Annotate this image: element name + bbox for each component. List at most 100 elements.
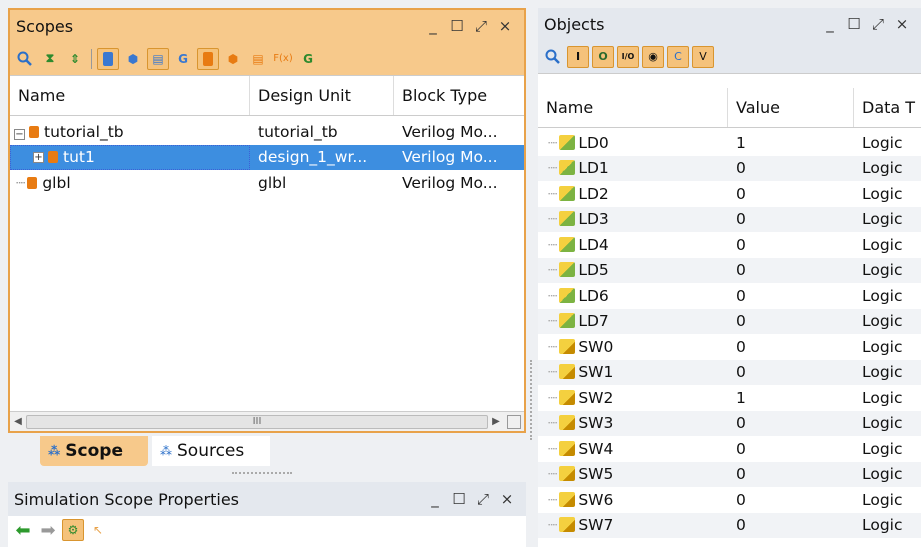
tree-line: ┈	[548, 235, 558, 254]
col-name-header[interactable]: Name	[10, 76, 250, 115]
object-row[interactable]: ┈ LD7 0 Logic	[538, 308, 921, 334]
forward-arrow-icon[interactable]: ➡	[37, 519, 59, 541]
tree-row-tutorial_tb[interactable]: − tutorial_tb tutorial_tb Verilog Mo...	[10, 119, 524, 145]
scroll-thumb[interactable]: III	[26, 414, 488, 429]
variable-filter-icon[interactable]: V	[692, 45, 714, 68]
maximize-button[interactable]: ☐	[450, 17, 464, 35]
package-filter-icon[interactable]: ⬢	[122, 48, 144, 70]
object-row[interactable]: ┈ SW3 0 Logic	[538, 410, 921, 436]
sync-selection-icon[interactable]: ⚙	[62, 519, 84, 541]
object-type: Logic	[862, 159, 903, 178]
object-type: Logic	[862, 312, 903, 331]
close-button[interactable]: ×	[500, 490, 514, 508]
tree-line: ┈	[548, 286, 558, 305]
input-port-icon	[559, 491, 576, 507]
fx-icon[interactable]: F(x)	[272, 48, 294, 70]
minimize-button[interactable]: _	[428, 490, 442, 508]
scopes-titlebar[interactable]: Scopes _ ☐ ⤢ ×	[10, 10, 524, 42]
object-name: SW6	[578, 490, 614, 509]
object-row[interactable]: ┈ LD5 0 Logic	[538, 257, 921, 283]
scroll-right-icon[interactable]: ▶	[488, 416, 504, 427]
maximize-button[interactable]: ☐	[847, 15, 861, 33]
minimize-button[interactable]: _	[426, 17, 440, 35]
object-row[interactable]: ┈ LD4 0 Logic	[538, 232, 921, 258]
object-row[interactable]: ┈ SW1 0 Logic	[538, 359, 921, 385]
collapse-toggle[interactable]: −	[14, 128, 25, 140]
col-value-header[interactable]: Value	[728, 88, 854, 127]
function-filter-icon[interactable]: G	[172, 48, 194, 70]
sources-tab[interactable]: ⁂ Sources	[152, 436, 270, 466]
search-icon[interactable]	[542, 46, 564, 68]
sources-icon: ⁂	[160, 444, 172, 458]
scopes-title: Scopes	[16, 16, 74, 36]
object-name: LD4	[578, 235, 609, 254]
task-filter-icon[interactable]: ▤	[147, 47, 169, 70]
object-row[interactable]: ┈ LD3 0 Logic	[538, 206, 921, 232]
object-value: 0	[736, 312, 746, 331]
minimize-button[interactable]: _	[823, 15, 837, 33]
tree-line: ┈	[548, 414, 558, 433]
col-data-type-header[interactable]: Data T	[854, 88, 921, 127]
instance-icon	[48, 151, 58, 164]
properties-titlebar[interactable]: Simulation Scope Properties _ ☐ ⤢ ×	[8, 482, 526, 516]
scopes-toolbar: ⧗ ⇕ ⬢ ▤ G ⬢ ▤ F(x) G	[10, 42, 524, 76]
module-filter-icon[interactable]	[97, 47, 119, 70]
object-type: Logic	[862, 286, 903, 305]
object-row[interactable]: ┈ SW7 0 Logic	[538, 512, 921, 538]
maximize-button[interactable]: ☐	[452, 490, 466, 508]
scope-tab[interactable]: ⁂ Scope	[40, 436, 148, 466]
tree-row-tut1[interactable]: + tut1 design_1_wr... Verilog Mo...	[10, 144, 524, 170]
refresh-icon[interactable]: G	[297, 48, 319, 70]
objects-titlebar[interactable]: Objects _ ☐ ⤢ ×	[538, 8, 921, 40]
object-row[interactable]: ┈ SW6 0 Logic	[538, 487, 921, 513]
package-orange-icon[interactable]: ⬢	[222, 48, 244, 70]
scope-unit: design_1_wr...	[250, 144, 394, 170]
output-port-icon	[559, 160, 576, 176]
scope-type: Verilog Mo...	[402, 122, 498, 141]
col-name-header[interactable]: Name	[538, 88, 728, 127]
internal-filter-icon[interactable]: ◉	[642, 45, 664, 68]
splitter-grip[interactable]	[232, 472, 292, 476]
object-row[interactable]: ┈ SW4 0 Logic	[538, 436, 921, 462]
object-row[interactable]: ┈ LD1 0 Logic	[538, 155, 921, 181]
properties-toolbar: ⬅ ➡ ⚙ ↖	[8, 516, 526, 544]
inout-filter-icon[interactable]: I/O	[617, 45, 639, 68]
object-row[interactable]: ┈ SW5 0 Logic	[538, 461, 921, 487]
object-row[interactable]: ┈ LD6 0 Logic	[538, 283, 921, 309]
object-row[interactable]: ┈ LD2 0 Logic	[538, 181, 921, 207]
object-value: 0	[736, 159, 746, 178]
scroll-left-icon[interactable]: ◀	[10, 416, 26, 427]
expand-toggle[interactable]: +	[33, 151, 44, 163]
object-value: 0	[736, 337, 746, 356]
expand-all-icon[interactable]: ⇕	[64, 48, 86, 70]
object-row[interactable]: ┈ SW0 0 Logic	[538, 334, 921, 360]
scope-name: tutorial_tb	[44, 122, 124, 141]
float-button[interactable]: ⤢	[474, 17, 488, 35]
scope-name: tut1	[63, 148, 95, 167]
object-value: 0	[736, 439, 746, 458]
float-button[interactable]: ⤢	[476, 490, 490, 508]
close-button[interactable]: ×	[895, 15, 909, 33]
close-button[interactable]: ×	[498, 17, 512, 35]
vertical-splitter[interactable]	[530, 360, 533, 440]
horizontal-scrollbar[interactable]: ◀ III ▶	[10, 411, 524, 431]
constant-filter-icon[interactable]: C	[667, 45, 689, 68]
collapse-all-icon[interactable]: ⧗	[39, 48, 61, 70]
object-row[interactable]: ┈ LD0 1 Logic	[538, 130, 921, 156]
col-design-unit-header[interactable]: Design Unit	[250, 76, 394, 115]
object-row[interactable]: ┈ SW2 1 Logic	[538, 385, 921, 411]
float-button[interactable]: ⤢	[871, 15, 885, 33]
scope-unit: tutorial_tb	[258, 122, 338, 141]
input-filter-icon[interactable]: I	[567, 45, 589, 68]
search-icon[interactable]	[14, 48, 36, 70]
object-type: Logic	[862, 465, 903, 484]
instance-filter-icon[interactable]	[197, 47, 219, 70]
task-orange-icon[interactable]: ▤	[247, 48, 269, 70]
col-block-type-header[interactable]: Block Type	[394, 76, 524, 115]
output-filter-icon[interactable]: O	[592, 45, 614, 68]
input-port-icon	[559, 415, 576, 431]
back-arrow-icon[interactable]: ⬅	[12, 519, 34, 541]
pointer-icon[interactable]: ↖	[87, 519, 109, 541]
object-type: Logic	[862, 516, 903, 535]
tree-row-glbl[interactable]: ┈ glbl glbl Verilog Mo...	[10, 170, 524, 196]
